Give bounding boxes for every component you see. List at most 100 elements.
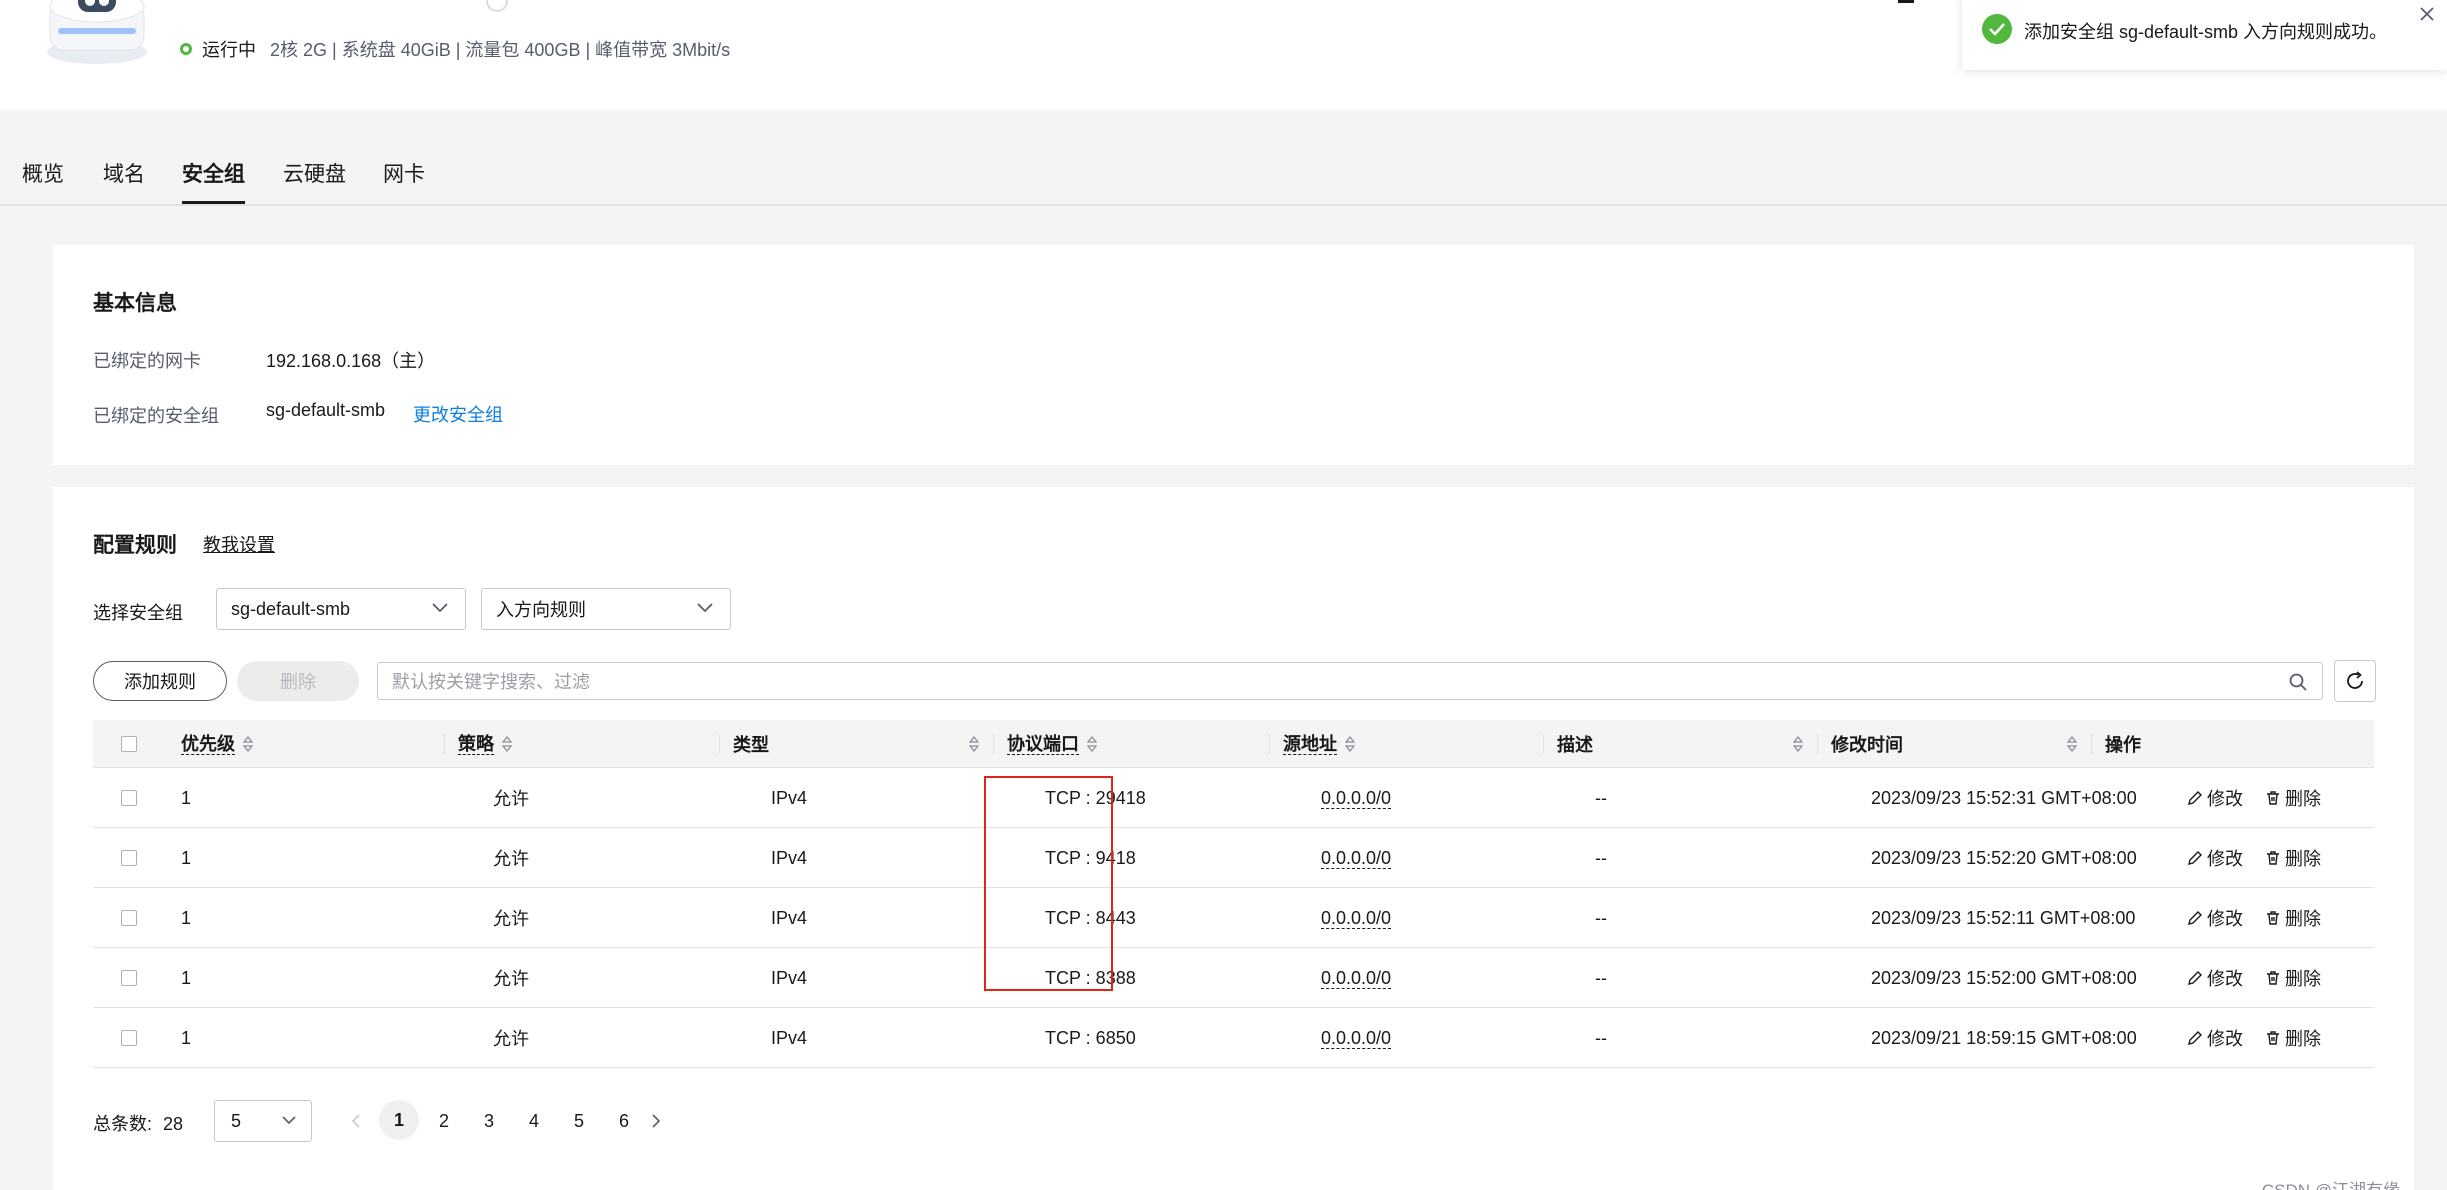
cell-priority: 1 bbox=[181, 787, 192, 808]
col-source[interactable]: 源地址 bbox=[1283, 720, 1355, 768]
cell-priority: 1 bbox=[181, 967, 192, 988]
col-type: 类型 bbox=[733, 720, 769, 768]
cell-description: -- bbox=[1595, 847, 1607, 868]
chevron-left-icon bbox=[351, 1114, 360, 1128]
total-count: 总条数: 28 bbox=[93, 1110, 183, 1136]
row-checkbox[interactable] bbox=[121, 948, 137, 1008]
cell-priority: 1 bbox=[181, 1027, 192, 1048]
toast-message: 添加安全组 sg-default-smb 入方向规则成功。 bbox=[2024, 22, 2388, 42]
col-type-label: 类型 bbox=[733, 735, 769, 755]
tab-cloud-disk[interactable]: 云硬盘 bbox=[283, 158, 346, 204]
page-3[interactable]: 3 bbox=[469, 1100, 509, 1142]
edit-rule-button[interactable]: 修改 bbox=[2187, 845, 2243, 871]
cell-type: IPv4 bbox=[771, 907, 808, 928]
row-checkbox[interactable] bbox=[121, 888, 137, 948]
page-4[interactable]: 4 bbox=[514, 1100, 554, 1142]
row-checkbox[interactable] bbox=[121, 768, 137, 828]
rules-panel: 配置规则 教我设置 选择安全组 sg-default-smb 入方向规则 添加规… bbox=[53, 487, 2414, 1190]
cell-source[interactable]: 0.0.0.0/0 bbox=[1321, 768, 1392, 828]
tab-nic[interactable]: 网卡 bbox=[383, 158, 425, 204]
tab-security-group[interactable]: 安全组 bbox=[182, 158, 245, 204]
direction-select[interactable]: 入方向规则 bbox=[481, 588, 731, 630]
cell-modified: 2023/09/23 15:52:11 GMT+08:00 bbox=[1871, 907, 2136, 928]
table-body: 1 允许 IPv4 TCP : 29418 0.0.0.0/0 -- 2023/09/23 … bbox=[93, 768, 2374, 1068]
row-checkbox[interactable] bbox=[121, 828, 137, 888]
status-row: 运行中 2核 2G | 系统盘 40GiB | 流量包 400GB | 峰值带宽… bbox=[180, 36, 730, 62]
pencil-icon bbox=[2188, 1031, 2202, 1045]
cell-source[interactable]: 0.0.0.0/0 bbox=[1321, 948, 1392, 1008]
cell-description: -- bbox=[1595, 967, 1607, 988]
search-icon[interactable] bbox=[2288, 672, 2308, 692]
minimize-icon[interactable] bbox=[1898, 0, 1914, 3]
tab-bar: 概览 域名 安全组 云硬盘 网卡 bbox=[0, 148, 2447, 206]
cell-policy: 允许 bbox=[493, 789, 529, 809]
sg-value: sg-default-smb bbox=[266, 400, 386, 420]
search-placeholder: 默认按关键字搜索、过滤 bbox=[392, 672, 590, 692]
table-row: 1 允许 IPv4 TCP : 9418 0.0.0.0/0 -- 2023/09/23 1… bbox=[93, 828, 2374, 888]
next-page-button[interactable] bbox=[636, 1100, 676, 1142]
close-icon[interactable] bbox=[2417, 4, 2437, 24]
cell-modified: 2023/09/23 15:52:20 GMT+08:00 bbox=[1871, 847, 2137, 868]
direction-select-value: 入方向规则 bbox=[496, 600, 586, 620]
cell-port: TCP : 9418 bbox=[1045, 847, 1136, 868]
col-port[interactable]: 协议端口 bbox=[1007, 720, 1097, 768]
sg-select[interactable]: sg-default-smb bbox=[216, 588, 466, 630]
running-status-icon bbox=[180, 43, 192, 55]
chevron-right-icon bbox=[652, 1114, 661, 1128]
edit-rule-button[interactable]: 修改 bbox=[2187, 905, 2243, 931]
cell-port: TCP : 8388 bbox=[1045, 967, 1136, 988]
cell-policy: 允许 bbox=[493, 849, 529, 869]
edit-rule-button[interactable]: 修改 bbox=[2187, 785, 2243, 811]
sort-icon bbox=[502, 736, 512, 752]
edit-name-icon[interactable] bbox=[486, 0, 508, 12]
pencil-icon bbox=[2188, 791, 2202, 805]
col-policy-label: 策略 bbox=[458, 733, 494, 755]
delete-rule-button[interactable]: 删除 bbox=[2265, 1025, 2321, 1051]
delete-button[interactable]: 删除 bbox=[237, 661, 359, 701]
delete-rule-button[interactable]: 删除 bbox=[2265, 785, 2321, 811]
cell-type: IPv4 bbox=[771, 1027, 808, 1048]
table-row: 1 允许 IPv4 TCP : 6850 0.0.0.0/0 -- 2023/09/21 1… bbox=[93, 1008, 2374, 1068]
cell-actions: 修改 删除 bbox=[2187, 768, 2343, 828]
select-sg-label: 选择安全组 bbox=[93, 603, 183, 623]
edit-rule-button[interactable]: 修改 bbox=[2187, 1025, 2243, 1051]
prev-page-button[interactable] bbox=[336, 1100, 376, 1142]
col-description: 描述 bbox=[1557, 720, 1593, 768]
page-5[interactable]: 5 bbox=[559, 1100, 599, 1142]
col-port-label: 协议端口 bbox=[1007, 733, 1079, 755]
edit-rule-button[interactable]: 修改 bbox=[2187, 965, 2243, 991]
page-size-select[interactable]: 5 bbox=[214, 1100, 312, 1142]
delete-rule-button[interactable]: 删除 bbox=[2265, 845, 2321, 871]
col-priority[interactable]: 优先级 bbox=[181, 720, 253, 768]
refresh-button[interactable] bbox=[2334, 660, 2376, 702]
add-rule-button[interactable]: 添加规则 bbox=[93, 661, 227, 701]
cell-actions: 修改 删除 bbox=[2187, 888, 2343, 948]
table-header: 优先级 策略 类型 协议端口 源地址 描述 修改时间 操作 bbox=[93, 720, 2374, 768]
help-link[interactable]: 教我设置 bbox=[203, 531, 275, 557]
select-all-checkbox[interactable] bbox=[121, 720, 137, 768]
row-checkbox[interactable] bbox=[121, 1008, 137, 1068]
table-row: 1 允许 IPv4 TCP : 8443 0.0.0.0/0 -- 2023/09/23 1… bbox=[93, 888, 2374, 948]
col-source-label: 源地址 bbox=[1283, 733, 1337, 755]
cell-source[interactable]: 0.0.0.0/0 bbox=[1321, 828, 1392, 888]
page-1[interactable]: 1 bbox=[379, 1100, 419, 1140]
cell-source[interactable]: 0.0.0.0/0 bbox=[1321, 1008, 1392, 1068]
tab-overview[interactable]: 概览 bbox=[22, 158, 64, 204]
cell-priority: 1 bbox=[181, 907, 192, 928]
cell-source[interactable]: 0.0.0.0/0 bbox=[1321, 888, 1392, 948]
tab-domain[interactable]: 域名 bbox=[103, 158, 145, 204]
col-modified: 修改时间 bbox=[1831, 720, 1903, 768]
instance-specs: 2核 2G | 系统盘 40GiB | 流量包 400GB | 峰值带宽 3Mb… bbox=[270, 40, 731, 60]
chevron-down-icon bbox=[697, 603, 713, 613]
sort-icon[interactable] bbox=[2067, 736, 2077, 752]
filter-icon[interactable] bbox=[1793, 736, 1803, 752]
page-2[interactable]: 2 bbox=[424, 1100, 464, 1142]
search-input[interactable]: 默认按关键字搜索、过滤 bbox=[377, 662, 2323, 700]
cell-policy: 允许 bbox=[493, 969, 529, 989]
delete-rule-button[interactable]: 删除 bbox=[2265, 965, 2321, 991]
filter-icon[interactable] bbox=[969, 736, 979, 752]
change-sg-link[interactable]: 更改安全组 bbox=[413, 401, 503, 427]
col-policy[interactable]: 策略 bbox=[458, 720, 512, 768]
table-row: 1 允许 IPv4 TCP : 29418 0.0.0.0/0 -- 2023/09/23 … bbox=[93, 768, 2374, 828]
delete-rule-button[interactable]: 删除 bbox=[2265, 905, 2321, 931]
